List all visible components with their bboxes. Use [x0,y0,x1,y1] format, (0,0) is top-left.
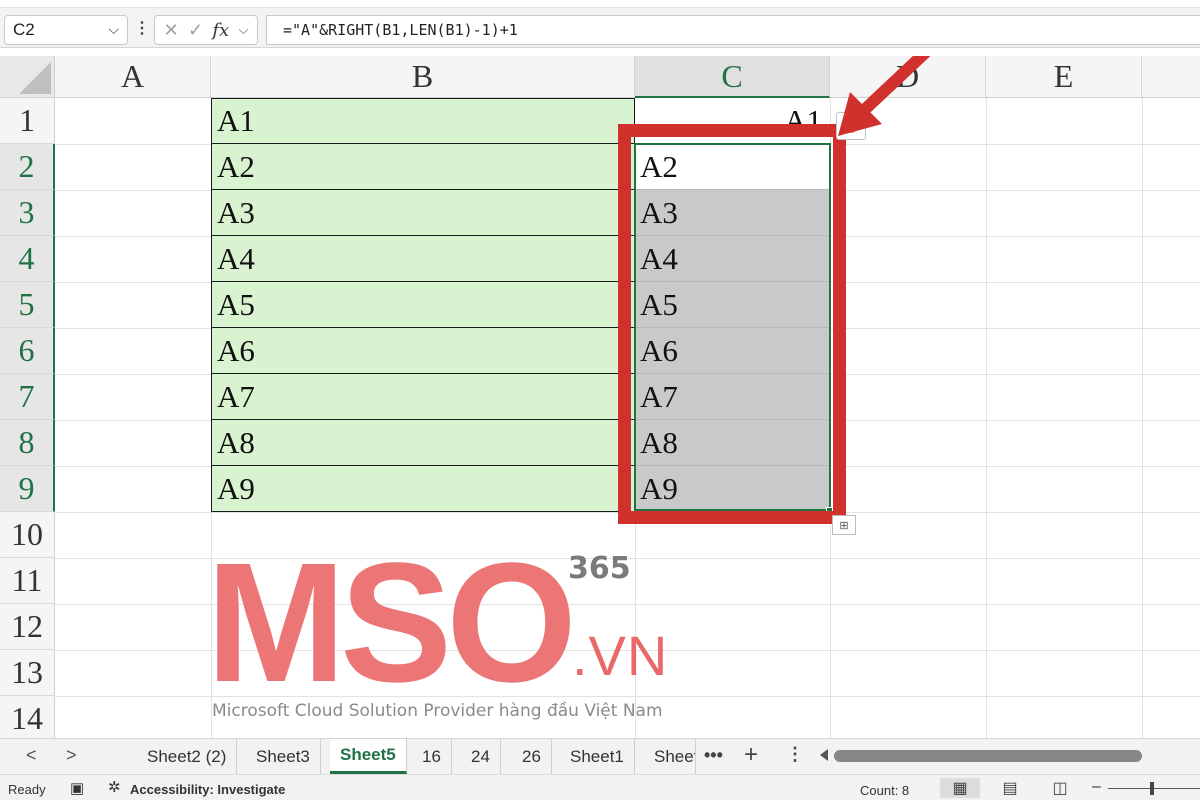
cell-b2[interactable]: A2 [211,144,635,190]
column-header-f[interactable] [1142,56,1200,98]
count-readout: Count: 8 [860,783,910,798]
tab-sheet5[interactable]: Sheet5 [330,739,407,774]
cell-c8[interactable]: A8 [635,420,830,466]
tab-sheet-truncated[interactable]: Sheet [644,739,696,774]
mso-logo-text: MSO [208,551,571,691]
mso-logo: MSO [208,551,577,691]
row-header-4[interactable]: 4 [0,236,55,282]
select-all-triangle-icon [19,62,51,94]
row-header-1[interactable]: 1 [0,98,55,144]
scroll-left-icon[interactable] [820,749,828,761]
row-header-7[interactable]: 7 [0,374,55,420]
page-break-view-icon[interactable]: ◫ [1040,778,1080,798]
domain-label: .VN [572,624,669,687]
cell-c4[interactable]: A4 [635,236,830,282]
select-all-button[interactable] [0,56,55,98]
status-bar: Ready ▣ ✲ Accessibility: Investigate Cou… [0,774,1200,800]
formula-input[interactable]: ="A"&RIGHT(B1,LEN(B1)-1)+1 [266,15,1200,45]
cell-b3[interactable]: A3 [211,190,635,236]
accessibility-icon[interactable]: ✲ [108,778,121,796]
row-header-11[interactable]: 11 [0,558,55,604]
row-header-8[interactable]: 8 [0,420,55,466]
tab-26[interactable]: 26 [512,739,552,774]
ribbon-edge [0,0,1200,8]
accessibility-status[interactable]: Accessibility: Investigate [130,782,285,797]
tab-16[interactable]: 16 [412,739,452,774]
cancel-icon[interactable]: ✕ [164,20,179,41]
cell-b7[interactable]: A7 [211,374,635,420]
formula-bar: C2 ⌵ ⋮ ✕ ✓ fx ⌵ ="A"&RIGHT(B1,LEN(B1)-1)… [0,0,1200,48]
cell-b5[interactable]: A5 [211,282,635,328]
row-header-14[interactable]: 14 [0,696,55,738]
confirm-icon[interactable]: ✓ [188,20,203,41]
zoom-slider-track[interactable] [1108,788,1200,789]
chevron-right-icon[interactable]: > [66,745,77,766]
page-layout-view-icon[interactable]: ▤ [990,778,1030,798]
macro-record-icon[interactable]: ▣ [70,779,84,797]
cell-b6[interactable]: A6 [211,328,635,374]
row-header-9[interactable]: 9 [0,466,55,512]
row-header-12[interactable]: 12 [0,604,55,650]
annotation-arrow-icon [838,56,931,136]
gridline [830,98,831,738]
cell-b4[interactable]: A4 [211,236,635,282]
column-header-b[interactable]: B [211,56,635,98]
cell-c1[interactable]: A1 [635,98,830,144]
status-ready: Ready [8,782,46,797]
zoom-out-button[interactable]: – [1092,778,1101,796]
add-sheet-button[interactable]: + [744,741,758,769]
cell-b8[interactable]: A8 [211,420,635,466]
row-header-13[interactable]: 13 [0,650,55,696]
sheet-tabs-bar: < > Sheet2 (2) Sheet3 Sheet5 16 24 26 Sh… [0,738,1200,774]
cell-c9[interactable]: A9 [635,466,830,512]
tab-sheet3[interactable]: Sheet3 [246,739,321,774]
column-header-e[interactable]: E [986,56,1142,98]
chevron-down-icon[interactable]: ⌵ [239,22,249,38]
chevron-left-icon[interactable]: < [26,745,37,766]
cell-b9[interactable]: A9 [211,466,635,512]
row-header-2[interactable]: 2 [0,144,55,190]
gridline [55,512,1200,513]
tagline: Microsoft Cloud Solution Provider hàng đ… [212,701,663,721]
fill-handle[interactable] [826,507,833,514]
insert-function-button[interactable]: fx [212,20,229,41]
tab-sheet2-2[interactable]: Sheet2 (2) [137,739,238,774]
row-header-10[interactable]: 10 [0,512,55,558]
cell-c7[interactable]: A7 [635,374,830,420]
name-box-value: C2 [13,20,35,39]
cell-c2[interactable]: A2 [635,144,830,190]
row-header-3[interactable]: 3 [0,190,55,236]
row-header-5[interactable]: 5 [0,282,55,328]
watermark: MSO 365 .VN Microsoft Cloud Solution Pro… [208,551,678,731]
brand-label: 365 [568,551,631,586]
zoom-slider-thumb[interactable] [1150,782,1154,795]
gridline [1142,98,1143,738]
gridline [986,98,987,738]
formula-controls: ✕ ✓ fx ⌵ [154,15,258,45]
name-box[interactable]: C2 ⌵ [4,15,128,45]
column-header-a[interactable]: A [55,56,211,98]
cell-c6[interactable]: A6 [635,328,830,374]
spreadsheet-grid[interactable]: A B C D E 1 2 3 4 5 6 7 8 9 10 11 12 13 … [0,56,1200,738]
tab-sheet1[interactable]: Sheet1 [560,739,635,774]
more-vertical-icon[interactable]: ⋮ [134,18,150,38]
normal-view-icon[interactable]: ▦ [940,778,980,798]
sheet-options-icon[interactable]: ⋮ [786,744,804,765]
row-header-6[interactable]: 6 [0,328,55,374]
chevron-down-icon[interactable]: ⌵ [108,21,119,38]
quick-analysis-icon[interactable]: ⊞ [832,515,856,535]
more-tabs-icon[interactable]: ••• [704,745,723,766]
tab-24[interactable]: 24 [461,739,501,774]
cell-b1[interactable]: A1 [211,98,635,144]
horizontal-scrollbar-thumb[interactable] [834,750,1142,762]
cell-c3[interactable]: A3 [635,190,830,236]
cell-c5[interactable]: A5 [635,282,830,328]
column-header-c[interactable]: C [635,56,830,98]
